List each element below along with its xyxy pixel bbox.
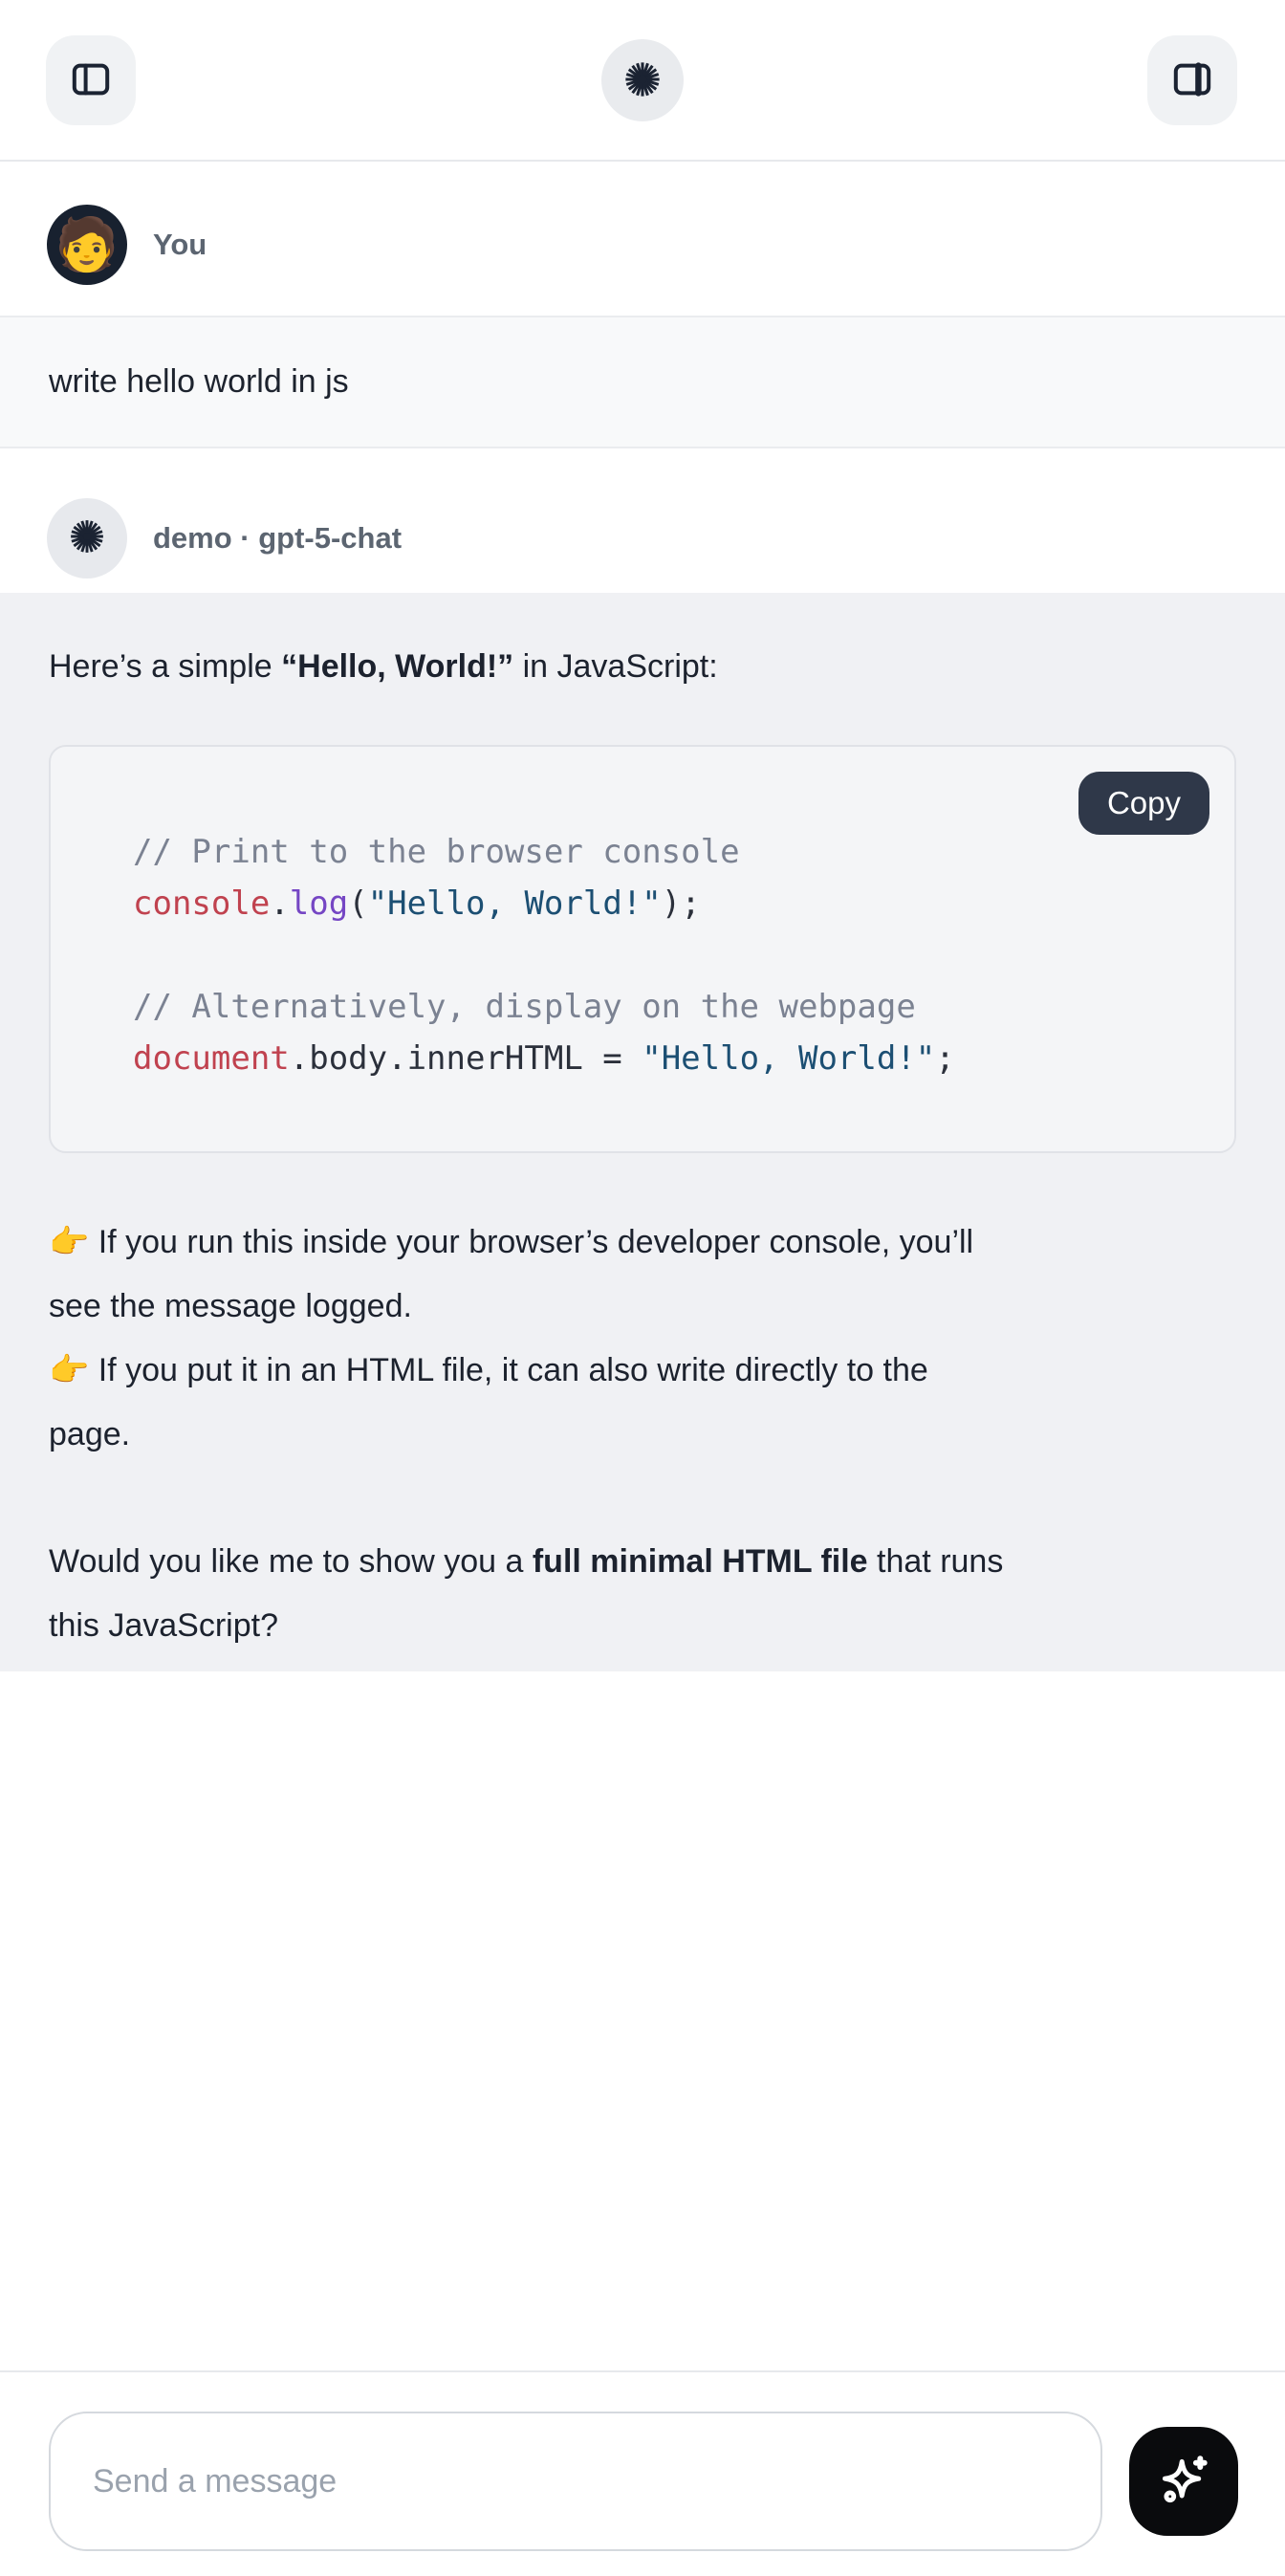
model-label: demo · gpt-5-chat: [153, 521, 402, 556]
assistant-tips-text: 👉 If you run this inside your browser’s …: [49, 1211, 1236, 1467]
right-panel-toggle-button[interactable]: [1147, 35, 1237, 125]
panel-left-icon: [68, 56, 114, 105]
starburst-icon: [66, 515, 108, 562]
code-content: // Print to the browser console console.…: [51, 747, 1234, 1151]
starburst-icon: [621, 57, 664, 104]
message-input[interactable]: [49, 2412, 1102, 2551]
composer: [0, 2370, 1285, 2576]
chat-screen: 🧑 You write hello world in js: [0, 0, 1285, 2576]
user-message-band: write hello world in js: [0, 316, 1285, 448]
code-block: Copy // Print to the browser console con…: [49, 745, 1236, 1153]
top-bar: [0, 0, 1285, 162]
assistant-message-band: Here’s a simple “Hello, World!” in JavaS…: [0, 593, 1285, 1671]
model-spinner-chip[interactable]: [601, 39, 684, 121]
user-avatar: 🧑: [47, 205, 127, 285]
user-avatar-emoji: 🧑: [54, 219, 119, 271]
assistant-avatar: [47, 498, 127, 579]
sparkle-plus-icon: [1154, 2451, 1213, 2513]
user-message-text: write hello world in js: [49, 363, 349, 401]
panel-right-icon: [1169, 56, 1215, 105]
assistant-followup-text: Would you like me to show you a full min…: [49, 1530, 1236, 1658]
send-button[interactable]: [1129, 2427, 1238, 2536]
assistant-intro-text: Here’s a simple “Hello, World!” in JavaS…: [49, 593, 1236, 699]
sidebar-toggle-button[interactable]: [46, 35, 136, 125]
user-name-label: You: [153, 228, 207, 262]
copy-button[interactable]: Copy: [1078, 772, 1209, 835]
